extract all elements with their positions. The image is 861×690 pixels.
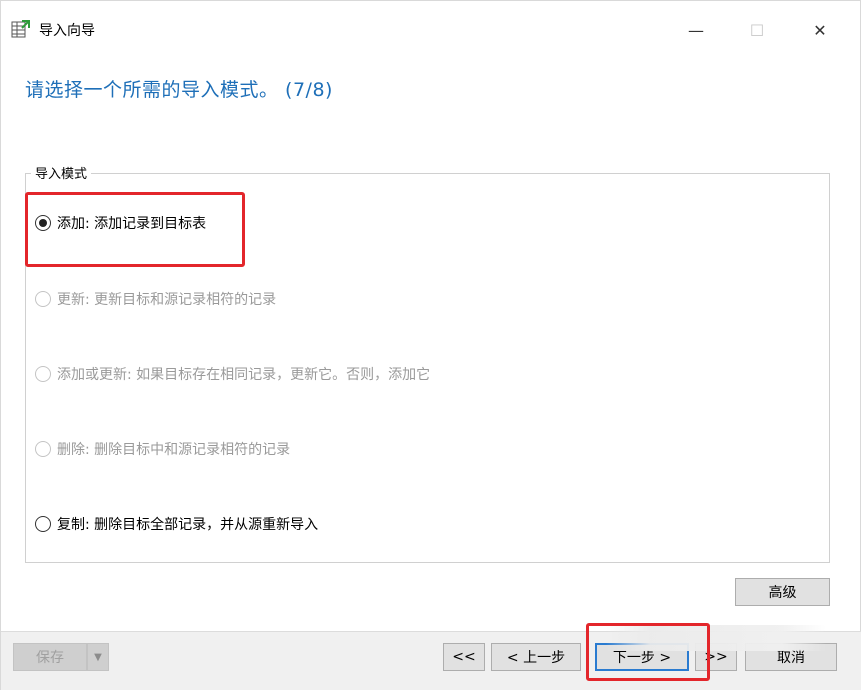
first-step-button[interactable]: << <box>443 643 485 671</box>
radio-option-label: 删除: 删除目标中和源记录相符的记录 <box>57 442 291 458</box>
radio-unchecked-icon[interactable] <box>35 441 51 457</box>
radio-option-label: 复制: 删除目标全部记录，并从源重新导入 <box>57 517 319 533</box>
radio-option-update[interactable]: 更新: 更新目标和源记录相符的记录 <box>35 289 276 309</box>
radio-option-delete[interactable]: 删除: 删除目标中和源记录相符的记录 <box>35 439 290 459</box>
table-import-icon <box>11 20 30 38</box>
radio-option-label: 添加或更新: 如果目标存在相同记录，更新它。否则，添加它 <box>57 367 431 383</box>
maximize-icon: ☐ <box>749 20 765 40</box>
radio-option-label: 更新: 更新目标和源记录相符的记录 <box>57 292 277 308</box>
minimize-button[interactable]: — <box>673 15 719 45</box>
minimize-icon: — <box>688 20 704 40</box>
step-heading: 请选择一个所需的导入模式。 (7/8) <box>25 79 333 101</box>
import-mode-legend: 导入模式 <box>31 163 92 182</box>
save-dropdown-button[interactable]: ▼ <box>87 643 109 671</box>
highlight-box-append-option <box>25 192 245 267</box>
previous-step-button[interactable]: < 上一步 <box>491 643 581 671</box>
maximize-button[interactable]: ☐ <box>734 15 780 45</box>
radio-option-copy[interactable]: 复制: 删除目标全部记录，并从源重新导入 <box>35 514 318 534</box>
triangle-down-icon: ▼ <box>94 651 102 663</box>
radio-option-append-or-update[interactable]: 添加或更新: 如果目标存在相同记录，更新它。否则，添加它 <box>35 364 430 384</box>
radio-unchecked-icon[interactable] <box>35 516 51 532</box>
advanced-button[interactable]: 高级 <box>735 578 830 606</box>
window-title: 导入向导 <box>39 23 95 39</box>
import-wizard-window: 导入向导 — ☐ ✕ 请选择一个所需的导入模式。 (7/8) 导入模式 添加: … <box>0 0 861 690</box>
save-button[interactable]: 保存 <box>13 643 87 671</box>
title-bar: 导入向导 — ☐ ✕ <box>1 1 860 53</box>
highlight-box-next-button <box>586 623 710 681</box>
radio-unchecked-icon[interactable] <box>35 291 51 307</box>
radio-unchecked-icon[interactable] <box>35 366 51 382</box>
close-button[interactable]: ✕ <box>797 15 843 45</box>
close-icon: ✕ <box>813 20 827 40</box>
